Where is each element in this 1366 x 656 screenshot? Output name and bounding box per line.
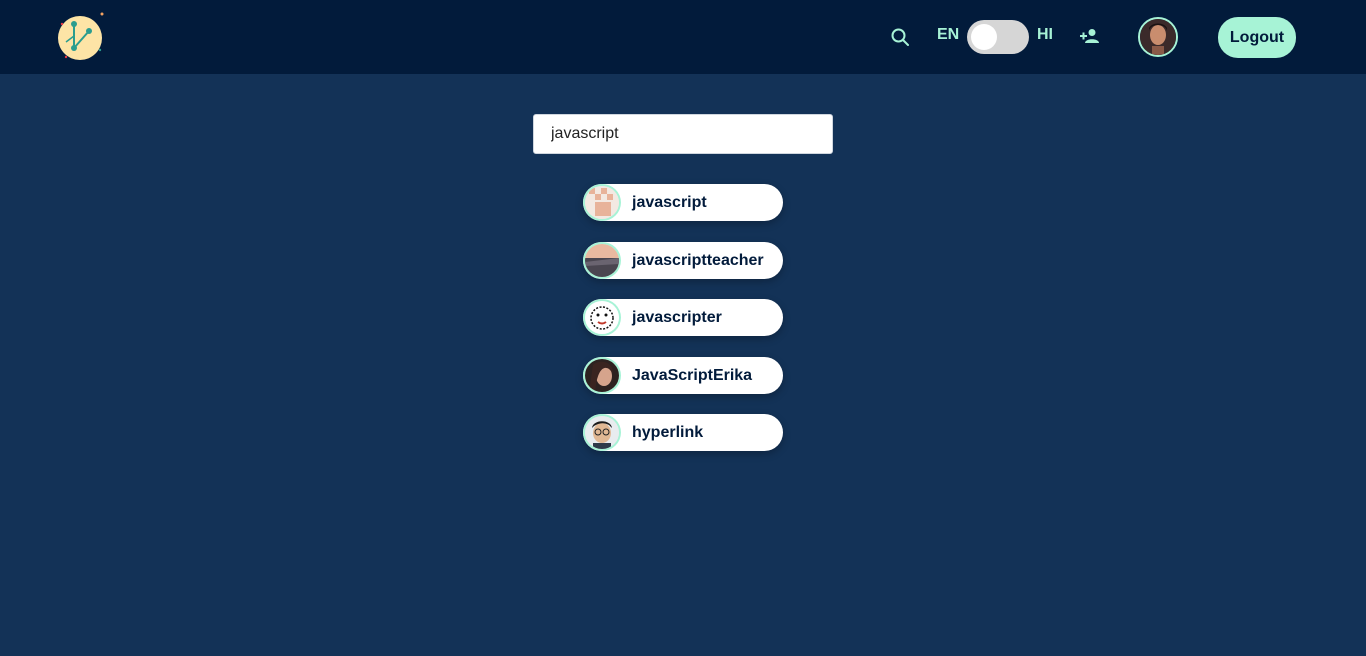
search-icon[interactable] xyxy=(887,24,913,50)
search-results-list: javascript javascriptteacher javascripte… xyxy=(583,184,783,472)
result-avatar xyxy=(583,299,621,336)
result-avatar xyxy=(583,241,621,279)
result-avatar xyxy=(583,414,621,451)
result-item[interactable]: JavaScriptErika xyxy=(583,356,783,394)
app-logo[interactable] xyxy=(54,10,108,64)
language-toggle[interactable] xyxy=(967,20,1029,54)
result-username: javascriptteacher xyxy=(632,251,764,269)
language-label-hi: HI xyxy=(1037,26,1053,43)
result-item[interactable]: javascriptteacher xyxy=(583,241,783,279)
top-navbar: EN HI Logout xyxy=(0,0,1366,74)
result-item[interactable]: hyperlink xyxy=(583,414,783,451)
result-username: javascripter xyxy=(632,309,722,326)
result-username: javascript xyxy=(632,194,707,211)
logout-button[interactable]: Logout xyxy=(1218,17,1296,58)
result-username: hyperlink xyxy=(632,424,704,441)
result-avatar xyxy=(583,184,621,221)
user-avatar[interactable] xyxy=(1138,17,1178,57)
search-input[interactable] xyxy=(533,114,833,154)
result-item[interactable]: javascript xyxy=(583,184,783,221)
logo-icon xyxy=(58,12,104,60)
add-user-icon[interactable] xyxy=(1078,24,1102,48)
result-username: JavaScriptErika xyxy=(632,366,753,384)
result-item[interactable]: javascripter xyxy=(583,299,783,336)
language-label-en: EN xyxy=(937,26,960,43)
result-avatar xyxy=(583,356,621,394)
toggle-knob xyxy=(971,24,997,50)
